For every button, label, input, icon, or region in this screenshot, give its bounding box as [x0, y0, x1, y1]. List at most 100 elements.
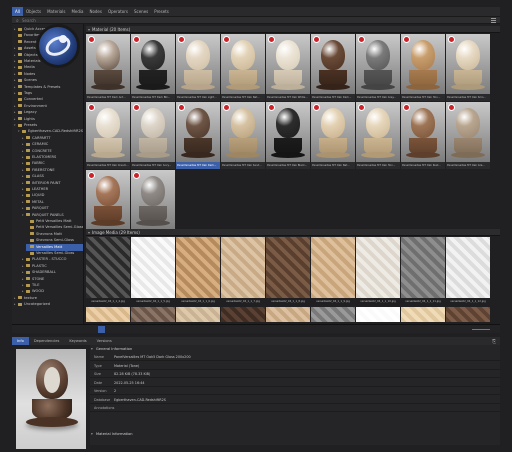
texture-thumbnail[interactable]	[131, 307, 175, 322]
search-input[interactable]: Search	[22, 18, 36, 23]
tree-item-label: TILE	[32, 283, 40, 287]
material-thumbnail[interactable]: PanelVersailles MT Dark Ant...	[86, 34, 130, 101]
info-value: 2	[114, 389, 117, 393]
zoom-slider[interactable]	[472, 329, 490, 330]
tree-item-label: Scenes	[24, 78, 37, 83]
texture-thumbnail[interactable]: versailles02_04_1_1_7.jpg	[221, 237, 265, 305]
info-tab-keywords[interactable]: Keywords	[64, 337, 91, 345]
texture-thumbnail[interactable]: versailles02_04_1_1_6.jpg	[176, 237, 220, 305]
texture-thumbnail[interactable]: versailles02_04_1_1_4.jpg	[86, 237, 130, 305]
redshift-badge-icon	[358, 104, 365, 111]
material-thumbnail[interactable]: PanelVersailles MT Oak Sand...	[221, 102, 265, 169]
general-info-title[interactable]: General Information	[90, 346, 132, 353]
texture-thumbnail[interactable]: versailles02_04_1_1_10.jpg	[356, 237, 400, 305]
texture-filename: versailles02_04_1_1_5.jpg	[136, 300, 170, 303]
material-thumbnail[interactable]: PanelVersailles MT Dark Vin...	[131, 170, 175, 237]
info-tab-versions[interactable]: Versions	[92, 337, 117, 345]
material-thumbnail[interactable]: PanelVersailles MT Dark Vin...	[86, 170, 130, 237]
material-thumbnail[interactable]: PanelVersailles MT Dark Blk...	[131, 34, 175, 101]
tree-item-label: Materials	[24, 59, 41, 63]
tab-all[interactable]: All	[12, 7, 23, 16]
grid-view-icon[interactable]	[98, 326, 105, 333]
folder-icon	[26, 161, 30, 165]
folder-icon	[26, 136, 30, 140]
texture-thumbnail[interactable]	[401, 307, 445, 322]
material-thumbnail[interactable]: PanelVersailles MT Oak Dark...	[311, 34, 355, 101]
texture-thumbnail[interactable]	[221, 307, 265, 322]
texture-filename: versailles02_04_1_1_4.jpg	[91, 300, 125, 303]
texture-image	[131, 237, 175, 298]
tree-item-label: CONCRETE	[32, 148, 52, 153]
material-name: PanelVersailles MT Dark Blk...	[131, 94, 175, 101]
material-thumbnail[interactable]: PanelVersailles MT Oak Ivory...	[131, 102, 175, 169]
texture-thumbnail[interactable]: versailles02_04_1_1_9.jpg	[311, 237, 355, 305]
folder-icon	[18, 123, 22, 127]
texture-thumbnail[interactable]	[311, 307, 355, 322]
material-thumbnail[interactable]: PanelVersailles MT Oak White...	[266, 34, 310, 101]
texture-thumbnail[interactable]: versailles02_04_1_1_5.jpg	[131, 237, 175, 305]
browser-bottom-toolbar	[12, 324, 500, 333]
shaderball-base	[406, 84, 440, 90]
material-thumbnail[interactable]: PanelVersailles MT Oak Nat...	[221, 34, 265, 101]
tree-item-label: texture	[24, 295, 37, 300]
material-thumbnail[interactable]: PanelVersailles MT Oak Hon...	[356, 102, 400, 169]
material-thumbnail[interactable]: PanelVersailles MT Oak Light...	[176, 34, 220, 101]
material-thumbnail[interactable]: PanelVersailles MT Oak Hon...	[401, 34, 445, 101]
image-section-header[interactable]: Image Media (29 Items)	[86, 229, 500, 236]
folder-icon	[26, 257, 30, 261]
folder-icon	[22, 129, 26, 133]
redshift-badge-icon	[313, 104, 320, 111]
shaderball-base	[271, 152, 305, 158]
material-thumbnail[interactable]: PanelVersailles MT Oak Smo...	[446, 34, 490, 101]
texture-thumbnail[interactable]	[176, 307, 220, 322]
material-thumbnail[interactable]: PanelVersailles MT Oak Black...	[266, 102, 310, 169]
shaderball	[321, 108, 345, 138]
menu-icon[interactable]	[491, 18, 496, 23]
material-section-header[interactable]: Material (20 Items)	[86, 26, 500, 33]
texture-thumbnail[interactable]	[446, 307, 490, 322]
material-thumbnail[interactable]: PanelVersailles MT Oak Cream...	[86, 102, 130, 169]
tab-operators[interactable]: Operators	[105, 7, 131, 16]
texture-thumbnail[interactable]: versailles02_04_1_1_8.jpg	[266, 237, 310, 305]
info-row: Type Material (Tone)	[90, 363, 500, 370]
material-name: PanelVersailles MT Oak Dark...	[176, 162, 220, 169]
material-info-title[interactable]: Material Information	[90, 431, 133, 438]
texture-image	[401, 307, 445, 322]
folder-icon	[18, 27, 22, 31]
material-thumbnail[interactable]: PanelVersailles MT Oak Nat...	[311, 102, 355, 169]
material-thumbnail[interactable]: PanelVersailles MT Oak Rust...	[401, 102, 445, 169]
redshift-badge-icon	[448, 36, 455, 43]
texture-thumbnail[interactable]: versailles02_04_1_1_12.jpg	[446, 237, 490, 305]
tree-item[interactable]: ▸ Uncategorized	[14, 301, 50, 308]
tab-nodes[interactable]: Nodes	[86, 7, 105, 16]
folder-icon	[26, 155, 30, 159]
material-thumbnail[interactable]: PanelVersailles MT Oak Grey...	[356, 34, 400, 101]
material-thumbnail[interactable]: PanelVersailles MT Oak Gra...	[446, 102, 490, 169]
tab-scenes[interactable]: Scenes	[131, 7, 151, 16]
material-thumbnail[interactable]: PanelVersailles MT Oak Dark...	[176, 102, 220, 169]
texture-image	[176, 237, 220, 298]
texture-thumbnail[interactable]: versailles02_04_1_1_11.jpg	[401, 237, 445, 305]
info-tab-info[interactable]: Info	[12, 337, 29, 345]
tab-materials[interactable]: Materials	[44, 7, 68, 16]
info-tab-dependencies[interactable]: Dependencies	[29, 337, 65, 345]
redshift-badge-icon	[178, 104, 185, 111]
texture-thumbnail[interactable]	[86, 307, 130, 322]
folder-icon	[26, 142, 30, 146]
texture-grid: versailles02_04_1_1_4.jpg versailles02_04…	[86, 237, 500, 323]
shaderball-base	[316, 84, 350, 90]
folder-icon	[30, 219, 34, 223]
search-row[interactable]: ⌕ Search	[12, 16, 500, 24]
texture-filename: versailles02_04_1_1_6.jpg	[181, 300, 215, 303]
tab-objects[interactable]: Objects	[23, 7, 44, 16]
material-name: PanelVersailles MT Oak Sand...	[221, 162, 265, 169]
texture-thumbnail[interactable]	[266, 307, 310, 322]
tree-item-label: Versailles Semi-Gloss	[36, 251, 75, 255]
tab-presets[interactable]: Presets	[151, 7, 172, 16]
tree-item-label: PARQUET PANELS	[32, 212, 64, 217]
tree-item-label: CERAMIC	[32, 142, 49, 147]
tab-media[interactable]: Media	[68, 7, 86, 16]
tree-item-label: LIQUID	[32, 193, 45, 198]
texture-thumbnail[interactable]	[356, 307, 400, 322]
shaderball-base	[181, 84, 215, 90]
